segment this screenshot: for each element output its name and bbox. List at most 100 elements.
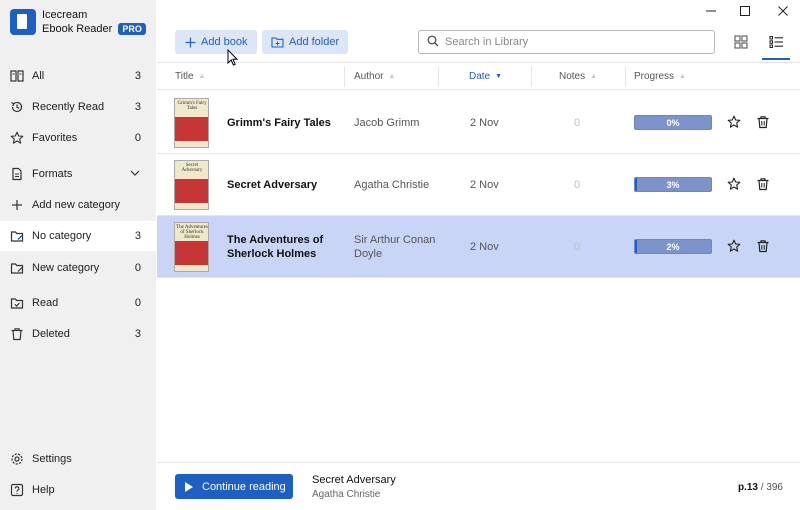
sidebar-item-deleted[interactable]: Deleted 3 (0, 319, 156, 349)
sidebar-item-favorites[interactable]: Favorites 0 (0, 123, 156, 153)
table-header: Title ▲ Author ▲ Date ▼ Notes ▲ Progress ▲ (157, 62, 800, 90)
app-name-line2: Ebook Reader (42, 23, 113, 35)
sidebar-item-label: Read (32, 297, 59, 309)
now-reading-bar: Continue reading Secret Adversary Agatha… (157, 462, 800, 510)
continue-reading-button[interactable]: Continue reading (175, 474, 293, 499)
maximize-button[interactable] (728, 2, 762, 20)
folder-icon (10, 261, 24, 275)
table-row[interactable]: Grimm's Fairy Tales Grimm's Fairy Tales … (157, 92, 800, 154)
sidebar-item-no-category[interactable]: No category 3 (0, 221, 156, 251)
book-author: Sir Arthur Conan Doyle (354, 233, 436, 260)
table-row-selected[interactable]: The Adventures of Sherlock Holmes The Ad… (157, 216, 800, 278)
grid-view-button[interactable] (728, 30, 754, 54)
pro-badge: PRO (118, 23, 146, 35)
book-title: The Adventures of Sherlock Holmes (227, 233, 324, 260)
page-current: 13 (746, 482, 758, 493)
book-date: 2 Nov (470, 116, 499, 129)
book-author: Agatha Christie (354, 178, 430, 191)
sidebar-item-help[interactable]: Help (0, 475, 156, 505)
help-icon (10, 483, 24, 497)
progress-bar: 0% (634, 115, 712, 130)
column-header-label: Author (354, 71, 384, 82)
favorite-star-icon[interactable] (726, 114, 742, 130)
add-folder-label: Add folder (289, 36, 340, 48)
sidebar-item-read[interactable]: Read 0 (0, 288, 156, 318)
progress-label: 2% (666, 241, 680, 252)
sidebar-item-all[interactable]: All 3 (0, 61, 156, 91)
app-logo-icon (10, 9, 36, 35)
sidebar-item-label: Settings (32, 453, 72, 465)
chevron-down-icon[interactable] (129, 167, 141, 182)
column-header-date[interactable]: Date ▼ (469, 63, 502, 90)
book-title: Grimm's Fairy Tales (227, 116, 331, 129)
column-header-label: Title (175, 71, 194, 82)
star-icon (10, 131, 24, 145)
sidebar-item-count: 3 (134, 101, 141, 113)
list-view-button[interactable] (762, 30, 790, 54)
sidebar-item-count: 0 (134, 262, 141, 274)
column-header-label: Date (469, 71, 491, 82)
table-row[interactable]: Secret Adversary Secret Adversary Agatha… (157, 154, 800, 216)
progress-label: 3% (666, 179, 680, 190)
sort-arrow-icon: ▲ (198, 73, 206, 80)
plus-icon (185, 37, 196, 48)
book-date: 2 Nov (470, 178, 499, 191)
column-header-author[interactable]: Author ▲ (354, 63, 395, 90)
sidebar-item-label: New category (32, 262, 100, 274)
progress-bar: 3% (634, 177, 712, 192)
column-divider (625, 67, 626, 87)
document-icon (10, 167, 24, 181)
sidebar-item-label: Recently Read (32, 101, 105, 113)
play-icon (185, 481, 193, 492)
column-divider (438, 67, 439, 87)
plus-icon (10, 198, 24, 212)
sidebar-item-count: 3 (134, 328, 141, 340)
book-notes: 0 (574, 178, 581, 191)
trash-icon (10, 327, 24, 341)
sidebar-item-count: 0 (134, 297, 141, 309)
mouse-cursor-icon (227, 49, 239, 66)
sort-arrow-icon: ▲ (679, 73, 686, 80)
column-header-notes[interactable]: Notes ▲ (559, 63, 597, 90)
sidebar-item-count: 3 (134, 230, 141, 242)
delete-trash-icon[interactable] (755, 176, 771, 192)
column-header-title[interactable]: Title ▲ (175, 63, 205, 90)
book-notes: 0 (574, 240, 581, 253)
book-notes: 0 (574, 116, 581, 129)
sidebar-item-recently-read[interactable]: Recently Read 3 (0, 92, 156, 122)
sidebar-item-label: Favorites (32, 132, 78, 144)
sort-arrow-icon: ▲ (590, 73, 598, 80)
sidebar-item-label: Formats (32, 168, 73, 180)
continue-reading-label: Continue reading (202, 480, 286, 493)
delete-trash-icon[interactable] (755, 238, 771, 254)
delete-trash-icon[interactable] (755, 114, 771, 130)
current-book-author: Agatha Christie (312, 489, 381, 500)
sidebar: Icecream Ebook Reader PRO All 3 Recently… (0, 0, 156, 510)
gear-icon (10, 452, 24, 466)
sidebar-item-formats[interactable]: Formats (0, 159, 156, 189)
column-header-progress[interactable]: Progress ▲ (634, 63, 686, 90)
minimize-button[interactable] (694, 2, 728, 20)
sidebar-item-add-category[interactable]: Add new category (0, 190, 156, 220)
book-cover: Grimm's Fairy Tales (174, 98, 209, 148)
sidebar-item-new-category[interactable]: New category 0 (0, 253, 156, 283)
app-logo: Icecream Ebook Reader PRO (10, 8, 146, 36)
add-folder-icon (271, 36, 284, 48)
column-divider (531, 67, 532, 87)
close-button[interactable] (766, 2, 800, 20)
library-icon (10, 69, 24, 83)
add-book-button[interactable]: Add book (175, 30, 257, 54)
book-date: 2 Nov (470, 240, 499, 253)
add-folder-button[interactable]: Add folder (262, 30, 348, 54)
sidebar-item-count: 0 (134, 132, 141, 144)
column-header-label: Notes (559, 71, 586, 82)
page-prefix: p. (737, 482, 747, 493)
sidebar-item-settings[interactable]: Settings (0, 444, 156, 474)
search-input[interactable] (445, 36, 695, 48)
favorite-star-icon[interactable] (726, 176, 742, 192)
sidebar-item-label: Deleted (32, 328, 70, 340)
search-box[interactable] (418, 30, 715, 54)
minimize-icon (706, 10, 716, 12)
favorite-star-icon[interactable] (726, 238, 742, 254)
page-indicator: p.13 / 396 (738, 482, 783, 493)
